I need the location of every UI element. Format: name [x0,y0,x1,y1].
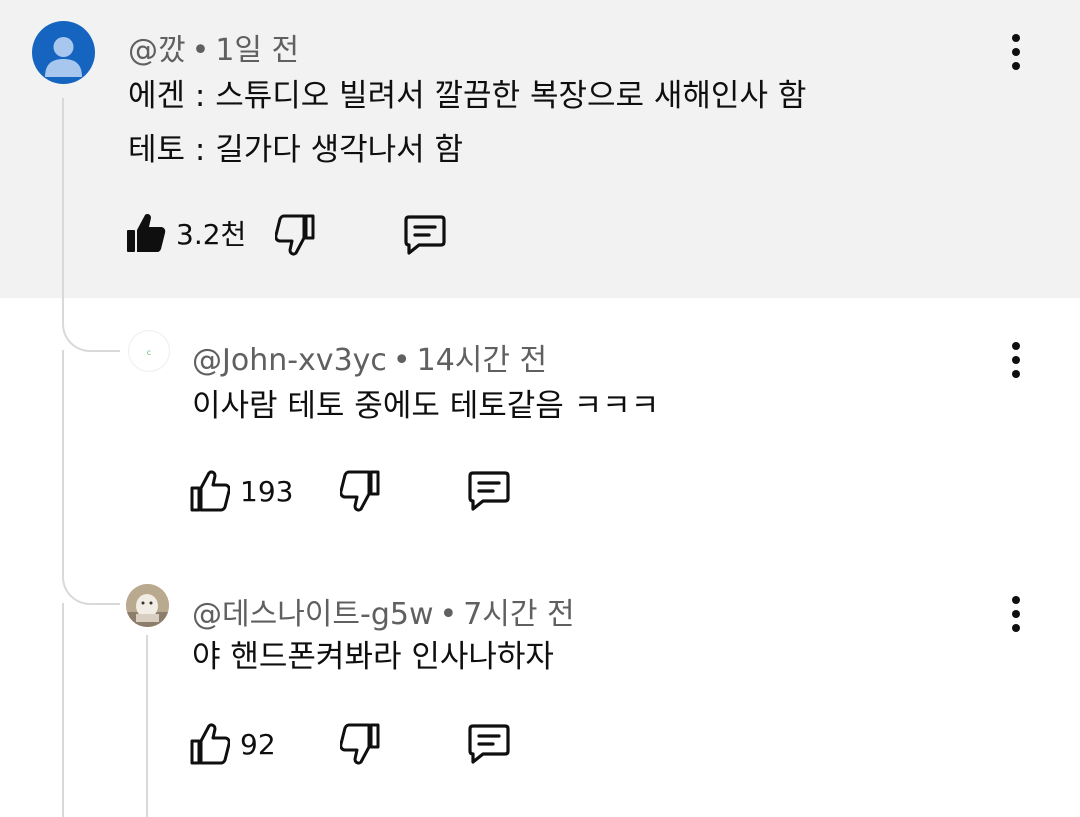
more-vertical-icon-dot [1012,596,1020,604]
svg-text:c: c [147,348,151,357]
reply-button[interactable] [467,723,511,765]
more-vertical-icon-dot [1012,342,1020,350]
reply-comment-icon [404,215,446,255]
comment-header: @깠 • 1일 전 [128,25,299,69]
small-logo-icon: c [147,348,151,357]
like-button[interactable]: 3.2천 [126,212,246,254]
dislike-button[interactable] [275,214,315,256]
more-vertical-icon-dot [1012,62,1020,70]
author-name[interactable]: @데스나이트-g5w [192,597,434,632]
thumbs-down-icon [340,470,380,512]
default-user-icon [45,37,82,77]
avatar[interactable] [126,584,169,627]
reply-button[interactable] [467,470,511,512]
user-photo-avatar [126,584,169,627]
like-button[interactable]: 92 [190,723,276,765]
separator-dot: • [439,597,458,632]
comment-text-line: 이사람 테토 중에도 테토같음 ㅋㅋㅋ [192,388,660,424]
avatar[interactable] [32,21,95,84]
avatar[interactable]: c [128,330,170,372]
dislike-button[interactable] [340,723,380,765]
thumbs-up-icon [190,723,230,765]
comment-time: 7시간 전 [463,597,575,632]
comment-time: 14시간 전 [416,343,548,378]
more-options-button[interactable] [996,589,1036,639]
thumbs-down-icon [340,723,380,765]
thumbs-up-icon [190,470,230,512]
comment-text-line: 야 핸드폰켜봐라 인사나하자 [192,639,554,675]
comment-time: 1일 전 [215,33,300,68]
more-options-button[interactable] [996,335,1036,385]
thumbs-down-icon [275,214,315,256]
author-name[interactable]: @깠 [128,33,186,68]
reply-comment: @데스나이트-g5w • 7시간 전 야 핸드폰켜봐라 인사나하자 92 [0,573,1080,817]
more-vertical-icon-dot [1012,356,1020,364]
like-button[interactable]: 193 [190,470,293,512]
more-vertical-icon-dot [1012,624,1020,632]
reply-comment-icon [468,724,510,764]
more-vertical-icon-dot [1012,48,1020,56]
more-vertical-icon-dot [1012,34,1020,42]
separator-dot: • [191,33,210,68]
comment-text-line: 에겐 : 스튜디오 빌려서 깔끔한 복장으로 새해인사 함 [128,78,807,114]
comment-header: @데스나이트-g5w • 7시간 전 [192,589,575,633]
dislike-button[interactable] [340,470,380,512]
comment: @깠 • 1일 전 에겐 : 스튜디오 빌려서 깔끔한 복장으로 새해인사 함 테토… [0,0,1080,298]
reply-comment-icon [468,471,510,511]
reply-button[interactable] [403,214,447,256]
reply-comment: c @John-xv3yc • 14시간 전 이사람 테토 중에도 테토같음 ㅋㅋㅋ… [0,320,1080,550]
separator-dot: • [392,343,411,378]
more-vertical-icon-dot [1012,370,1020,378]
thumbs-up-icon [127,214,166,252]
like-count: 92 [240,727,276,761]
author-name[interactable]: @John-xv3yc [192,343,387,378]
more-vertical-icon-dot [1012,610,1020,618]
more-options-button[interactable] [996,27,1036,77]
comment-text-line: 테토 : 길가다 생각나서 함 [128,132,464,168]
like-count: 3.2천 [176,218,247,251]
comment-header: @John-xv3yc • 14시간 전 [192,335,547,379]
like-count: 193 [240,474,294,508]
